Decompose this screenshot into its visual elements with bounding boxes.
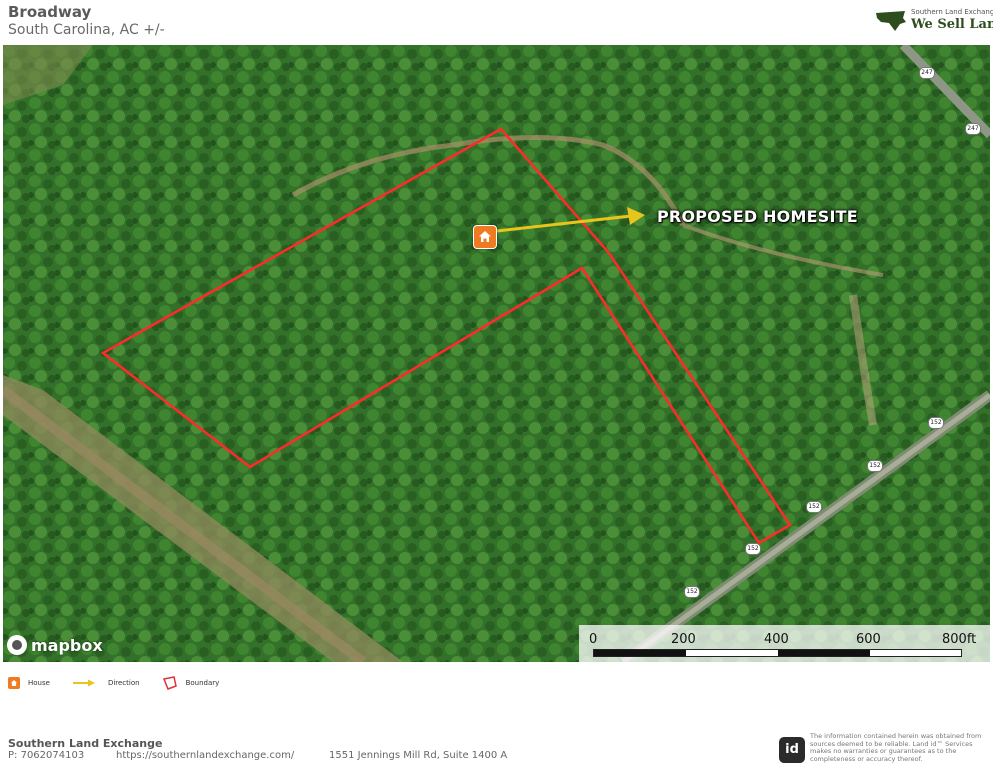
house-marker[interactable] (473, 225, 497, 249)
road-badge: 247 (965, 123, 981, 135)
company-logo[interactable]: Southern Land Exchange We Sell Land. (875, 6, 993, 36)
page-title: Broadway (8, 3, 92, 21)
scale-label: 200 (671, 632, 696, 647)
legend-label: House (28, 679, 50, 687)
homesite-callout: PROPOSED HOMESITE (657, 207, 858, 226)
scale-label: 0 (589, 632, 598, 647)
land-id-logo-icon: id (779, 737, 805, 763)
road-badge: 152 (806, 501, 822, 513)
road-badge: 152 (867, 460, 883, 472)
legend-item-house: House (8, 677, 50, 689)
house-icon (479, 231, 491, 242)
scale-label: 400 (764, 632, 789, 647)
boundary-icon (162, 676, 177, 690)
road-badge: 247 (919, 67, 935, 79)
page-subtitle: South Carolina, AC +/- (8, 22, 165, 38)
legend-item-direction: Direction (72, 679, 140, 687)
footer-address: 1551 Jennings Mill Rd, Suite 1400 A (329, 750, 508, 761)
logo-small-text: Southern Land Exchange (911, 8, 993, 16)
direction-arrow-icon (72, 679, 95, 687)
logo-tagline: We Sell Land. (911, 17, 993, 32)
road-badge: 152 (928, 417, 944, 429)
footer-phone[interactable]: P: 7062074103 (8, 750, 116, 761)
scale-label: 600 (856, 632, 881, 647)
road-badge: 152 (745, 543, 761, 555)
scale-segment (594, 650, 686, 656)
map-canvas (3, 45, 990, 662)
disclaimer-text: The information contained herein was obt… (810, 732, 982, 763)
map-legend: House Direction Boundary (8, 674, 241, 692)
footer-company: Southern Land Exchange (8, 737, 163, 750)
house-icon (8, 677, 20, 689)
satellite-map[interactable]: 247 247 152 152 152 152 152 PROPOSED HOM… (3, 45, 990, 662)
road-badge: 152 (684, 586, 700, 598)
mapbox-logo-icon (7, 635, 27, 655)
legend-item-boundary: Boundary (162, 676, 220, 690)
scale-segment (778, 650, 870, 656)
scale-label: 800ft (942, 632, 977, 647)
header: Broadway South Carolina, AC +/- Southern… (0, 0, 993, 44)
scale-bar: 0 200 400 600 800ft (579, 625, 990, 662)
legend-label: Direction (107, 679, 140, 687)
footer-website[interactable]: https://southernlandexchange.com/ (116, 750, 329, 761)
footer-contact: P: 7062074103 https://southernlandexchan… (8, 750, 507, 761)
logo-map-icon (876, 11, 906, 31)
legend-label: Boundary (185, 679, 220, 687)
scale-bar-track (593, 649, 962, 657)
mapbox-label: mapbox (31, 635, 103, 655)
mapbox-attribution[interactable]: mapbox (7, 635, 103, 655)
